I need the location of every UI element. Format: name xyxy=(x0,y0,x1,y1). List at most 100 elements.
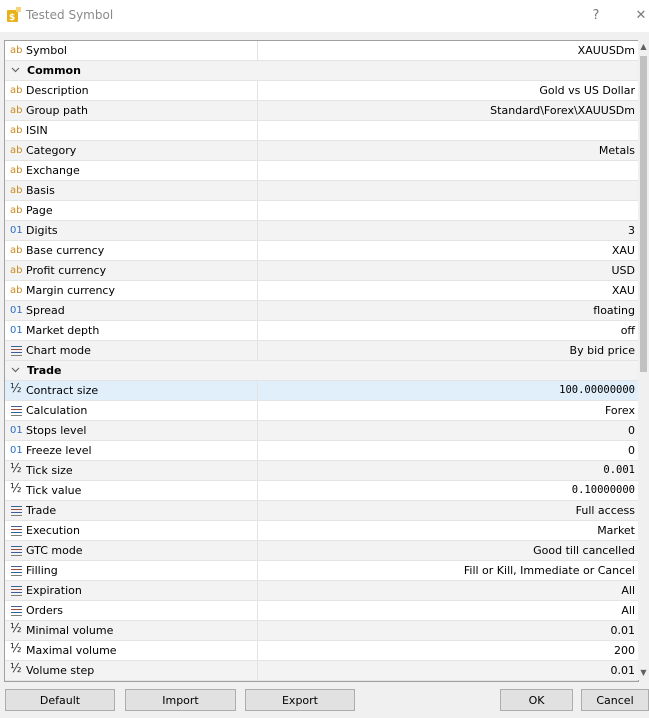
property-row[interactable]: 01 Digits 3 xyxy=(5,221,638,241)
property-name-cell: ab Basis xyxy=(5,181,258,200)
property-value[interactable]: 100.00000000 xyxy=(559,384,635,396)
section-label: Common xyxy=(27,64,81,77)
property-label: Exchange xyxy=(26,164,80,177)
property-value[interactable]: USD xyxy=(611,264,635,277)
property-row[interactable]: ab Margin currency XAU xyxy=(5,281,638,301)
property-name-cell: ab Profit currency xyxy=(5,261,258,280)
chevron-down-icon[interactable] xyxy=(11,64,21,76)
help-button[interactable]: ? xyxy=(583,5,609,27)
text-type-icon: ab xyxy=(10,245,23,256)
property-row[interactable]: ab Description Gold vs US Dollar xyxy=(5,81,638,101)
property-label: Minimal volume xyxy=(26,624,114,637)
property-value[interactable]: 3 xyxy=(628,224,635,237)
property-row[interactable]: 01 Stops level 0 xyxy=(5,421,638,441)
property-row[interactable]: Trade Full access xyxy=(5,501,638,521)
property-value[interactable]: 0 xyxy=(628,444,635,457)
property-value[interactable]: Market xyxy=(597,524,635,537)
ok-button[interactable]: OK xyxy=(500,689,573,711)
property-value[interactable]: 200 xyxy=(614,644,635,657)
scroll-up-icon[interactable]: ▲ xyxy=(638,40,649,54)
property-value[interactable]: XAUUSDm xyxy=(578,44,635,57)
property-row[interactable]: 01 Market depth off xyxy=(5,321,638,341)
property-name-cell: ab Margin currency xyxy=(5,281,258,300)
property-value[interactable]: Full access xyxy=(576,504,635,517)
default-button[interactable]: Default xyxy=(5,689,115,711)
cancel-button[interactable]: Cancel xyxy=(581,689,649,711)
properties-grid[interactable]: ab Symbol XAUUSDm Common ab Description Gold v… xyxy=(4,40,639,682)
import-button[interactable]: Import xyxy=(125,689,236,711)
property-row[interactable]: ½ Contract size 100.00000000 xyxy=(5,381,638,401)
text-type-icon: ab xyxy=(10,85,23,96)
property-row[interactable]: Chart mode By bid price xyxy=(5,341,638,361)
property-value[interactable]: All xyxy=(621,604,635,617)
property-row[interactable]: ab Basis xyxy=(5,181,638,201)
property-label: Spread xyxy=(26,304,65,317)
property-value[interactable]: Good till cancelled xyxy=(533,544,635,557)
property-value[interactable]: 0.01 xyxy=(611,624,636,637)
property-value[interactable]: 0.10000000 xyxy=(572,484,635,496)
property-row[interactable]: ab Symbol XAUUSDm xyxy=(5,41,638,61)
property-name-cell: Chart mode xyxy=(5,341,258,360)
property-row[interactable]: 01 Spread floating xyxy=(5,301,638,321)
property-row[interactable]: ½ Volume step 0.01 xyxy=(5,661,638,681)
property-value[interactable]: 0.001 xyxy=(603,464,635,476)
property-label: Stops level xyxy=(26,424,87,437)
property-value[interactable]: Gold vs US Dollar xyxy=(539,84,635,97)
property-label: Base currency xyxy=(26,244,105,257)
property-row[interactable]: 01 Freeze level 0 xyxy=(5,441,638,461)
property-row[interactable]: ½ Minimal volume 0.01 xyxy=(5,621,638,641)
property-value[interactable]: 0.01 xyxy=(611,664,636,677)
property-value[interactable]: Forex xyxy=(605,404,635,417)
property-row[interactable]: ab Profit currency USD xyxy=(5,261,638,281)
property-label: Freeze level xyxy=(26,444,92,457)
property-row[interactable]: ½ Tick value 0.10000000 xyxy=(5,481,638,501)
property-name-cell: 01 Market depth xyxy=(5,321,258,340)
vertical-scrollbar[interactable]: ▲ ▼ xyxy=(638,40,649,680)
property-name-cell: 01 Digits xyxy=(5,221,258,240)
property-row[interactable]: ab Group path Standard\Forex\XAUUSDm xyxy=(5,101,638,121)
property-row[interactable]: ab Base currency XAU xyxy=(5,241,638,261)
property-value[interactable]: All xyxy=(621,584,635,597)
enum-list-icon xyxy=(11,605,22,616)
property-label: Margin currency xyxy=(26,284,115,297)
scroll-down-icon[interactable]: ▼ xyxy=(638,666,649,680)
text-type-icon: ab xyxy=(10,145,23,156)
property-row[interactable]: Expiration All xyxy=(5,581,638,601)
export-button[interactable]: Export xyxy=(245,689,355,711)
scroll-thumb[interactable] xyxy=(640,56,647,372)
property-row[interactable]: Execution Market xyxy=(5,521,638,541)
property-label: Orders xyxy=(26,604,63,617)
enum-list-icon xyxy=(11,565,22,576)
property-row[interactable]: ab ISIN xyxy=(5,121,638,141)
fraction-type-icon: ½ xyxy=(10,461,22,475)
property-name-cell: ½ Tick value xyxy=(5,481,258,500)
property-value[interactable]: Fill or Kill, Immediate or Cancel xyxy=(464,564,635,577)
text-type-icon: ab xyxy=(10,45,23,56)
property-row[interactable]: ab Category Metals xyxy=(5,141,638,161)
section-header[interactable]: Common xyxy=(5,61,638,81)
property-label: ISIN xyxy=(26,124,48,137)
window-title: Tested Symbol xyxy=(26,8,114,22)
enum-list-icon xyxy=(11,345,22,356)
property-row[interactable]: Calculation Forex xyxy=(5,401,638,421)
close-button[interactable]: ✕ xyxy=(628,5,649,27)
property-row[interactable]: Orders All xyxy=(5,601,638,621)
property-row[interactable]: Filling Fill or Kill, Immediate or Cancel xyxy=(5,561,638,581)
property-value[interactable]: floating xyxy=(593,304,635,317)
property-value[interactable]: XAU xyxy=(612,244,635,257)
property-value[interactable]: off xyxy=(621,324,635,337)
property-name-cell: Filling xyxy=(5,561,258,580)
property-row[interactable]: ab Page xyxy=(5,201,638,221)
property-value[interactable]: Metals xyxy=(599,144,635,157)
property-row[interactable]: GTC mode Good till cancelled xyxy=(5,541,638,561)
property-row[interactable]: ab Exchange xyxy=(5,161,638,181)
section-header[interactable]: Trade xyxy=(5,361,638,381)
property-value[interactable]: XAU xyxy=(612,284,635,297)
property-value[interactable]: Standard\Forex\XAUUSDm xyxy=(490,104,635,117)
chevron-down-icon[interactable] xyxy=(11,364,21,376)
property-value[interactable]: 0 xyxy=(628,424,635,437)
section-label: Trade xyxy=(27,364,62,377)
property-value[interactable]: By bid price xyxy=(570,344,635,357)
property-row[interactable]: ½ Maximal volume 200 xyxy=(5,641,638,661)
property-row[interactable]: ½ Tick size 0.001 xyxy=(5,461,638,481)
